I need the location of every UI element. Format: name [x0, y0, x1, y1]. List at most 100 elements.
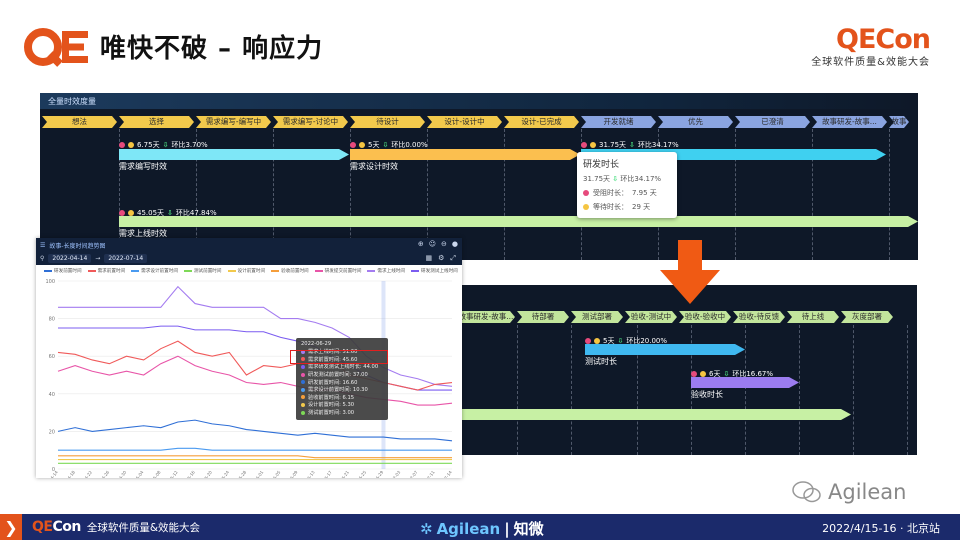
x-tick-label: 2022-07-07 [400, 469, 418, 478]
stage-divider [907, 325, 908, 455]
tooltip-row-text: 研发测试前置时间: 37.00 [308, 372, 368, 379]
x-tick-label: 2022-07-11 [418, 469, 436, 478]
trend-down-icon: ⇩ [162, 141, 169, 149]
stage-divider [812, 129, 813, 260]
legend-marker [367, 270, 376, 272]
avatar[interactable]: ● [452, 240, 458, 248]
legend-item[interactable]: 需求设计前置时间 [131, 268, 178, 274]
duration-bar[interactable] [585, 344, 745, 355]
tooltip-row-text: 需求研发测试上线时长: 44.00 [308, 364, 379, 371]
legend-label: 验收前置时间 [281, 269, 309, 274]
blocked-dot-icon [583, 190, 589, 196]
sponsor-separator: | [504, 519, 510, 538]
legend-marker [44, 270, 52, 272]
x-tick-label: 2022-06-17 [315, 469, 333, 478]
legend-marker [183, 270, 192, 272]
stage-chip[interactable]: 验收-待反馈 [733, 311, 785, 323]
x-tick-label: 2022-06-09 [281, 469, 299, 478]
stage-chip[interactable]: 测试部署 [571, 311, 623, 323]
calendar-icon[interactable]: ▦ [425, 254, 432, 263]
stage-chip[interactable]: 设计-设计中 [427, 116, 502, 128]
duration-bar[interactable] [457, 409, 851, 420]
stage-chip[interactable]: 已澄清 [735, 116, 810, 128]
stage-chip[interactable]: 设计-已完成 [504, 116, 579, 128]
y-tick-label: 20 [49, 429, 55, 435]
menu-icon[interactable]: ☰ [40, 242, 45, 249]
stage-chip[interactable]: 选择 [119, 116, 194, 128]
stage-chip[interactable]: 故事研发-故事... [812, 116, 887, 128]
date-from-input[interactable]: 2022-04-14 [48, 254, 92, 263]
legend-item[interactable]: 设计前置时间 [227, 268, 265, 274]
stage-chip[interactable]: 开发就绪 [581, 116, 656, 128]
stage-chip[interactable]: 灰度部署 [841, 311, 893, 323]
x-tick-label: 2022-05-20 [195, 469, 213, 478]
stage-chip[interactable]: 优先 [658, 116, 733, 128]
stage-chip[interactable]: 需求编写-编写中 [196, 116, 271, 128]
chart-legend: 研发前置时间 需求前置时间 需求设计前置时间 测试前置时间 设计前置时间 验收前置时间 研发… [36, 265, 462, 277]
series-line [58, 285, 453, 387]
legend-label: 研发提交前置时间 [324, 269, 362, 274]
user-icon[interactable]: ☺ [429, 240, 436, 248]
duration-bar[interactable] [119, 216, 918, 227]
stage-chip[interactable]: 验收-验收中 [679, 311, 731, 323]
filter-icon[interactable]: ⚲ [40, 255, 44, 262]
dev-duration-tooltip: 研发时长 31.75天 ⇩ 环比34.17% 受阻时长： 7.95 天 等待时长：… [577, 152, 677, 218]
footer-brand: QECon [32, 519, 81, 535]
tooltip-title: 研发时长 [583, 160, 620, 170]
stage-chip[interactable]: 需求编写-讨论中 [273, 116, 348, 128]
red-dot-icon [119, 210, 125, 216]
stage-chip[interactable]: 待部署 [517, 311, 569, 323]
series-dot-icon [301, 395, 305, 400]
x-tick-label: 2022-04-22 [75, 469, 93, 478]
pin-icon[interactable]: ⊕ [418, 240, 424, 248]
chart-window-header: ☰ 故事-长度时间趋势图 ⊕ ☺ ⊖ ● [36, 238, 462, 252]
x-tick-label: 2022-06-21 [332, 469, 350, 478]
chart-window-title: 故事-长度时间趋势图 [49, 242, 106, 250]
x-tick-label: 2022-05-04 [126, 469, 144, 478]
stage-divider [889, 129, 890, 260]
duration-bar[interactable] [119, 149, 349, 160]
bar-label: 验收时长 [691, 390, 723, 399]
wechat-watermark: Agilean [792, 480, 906, 504]
stage-chip[interactable]: 故事研发-故事... [457, 311, 515, 323]
tooltip-row: 设计前置时间: 5.30 [301, 401, 383, 409]
legend-item[interactable]: 需求前置时间 [87, 268, 125, 274]
expand-icon[interactable]: ⤢ [450, 254, 456, 263]
waiting-dot-icon [583, 204, 589, 210]
legend-label: 需求上线时间 [377, 269, 405, 274]
trend-down-icon: ⇩ [723, 370, 730, 378]
legend-item[interactable]: 研发前置时间 [44, 268, 82, 274]
tooltip-row-text: 设计前置时间: 5.30 [308, 402, 355, 409]
panel-title: 全量时效度量 [40, 93, 918, 109]
legend-item[interactable]: 验收前置时间 [271, 268, 309, 274]
down-arrow-icon [660, 240, 720, 304]
legend-marker [271, 270, 280, 272]
bar-value: 5天 [368, 141, 380, 149]
trend-chart-window: ☰ 故事-长度时间趋势图 ⊕ ☺ ⊖ ● ⚲ 2022-04-14 → 2022… [36, 238, 462, 478]
stage-chip[interactable]: 待上线 [787, 311, 839, 323]
x-tick-label: 2022-05-28 [229, 469, 247, 478]
duration-bar[interactable] [350, 149, 580, 160]
x-tick-label: 2022-04-30 [109, 469, 127, 478]
tooltip-row-label: 等待时长： [593, 203, 628, 211]
highlight-box [290, 350, 388, 364]
stage-chip[interactable]: 想法 [42, 116, 117, 128]
stage-chip[interactable]: 故事研 [889, 116, 909, 128]
date-to-input[interactable]: 2022-07-14 [104, 254, 148, 263]
legend-item[interactable]: 测试前置时间 [183, 268, 222, 274]
tooltip-value: 31.75天 [583, 175, 611, 183]
x-tick-label: 2022-05-08 [144, 469, 162, 478]
stage-chip[interactable]: 验收-测试中 [625, 311, 677, 323]
stage-chip[interactable]: 待设计 [350, 116, 425, 128]
legend-item[interactable]: 需求上线时间 [367, 268, 405, 274]
x-tick-label: 2022-04-14 [41, 469, 59, 478]
sponsor-name-b: 知微 [513, 520, 544, 538]
minus-icon[interactable]: ⊖ [441, 240, 447, 248]
legend-item[interactable]: 研发测试上线时间 [411, 268, 458, 274]
settings-icon[interactable]: ⚙ [438, 254, 444, 263]
legend-item[interactable]: 研发提交前置时间 [314, 268, 362, 274]
duration-bar[interactable] [691, 377, 799, 388]
red-dot-icon [350, 142, 356, 148]
x-tick-label: 2022-05-16 [178, 469, 196, 478]
tooltip-row-value: 29 天 [632, 203, 651, 211]
